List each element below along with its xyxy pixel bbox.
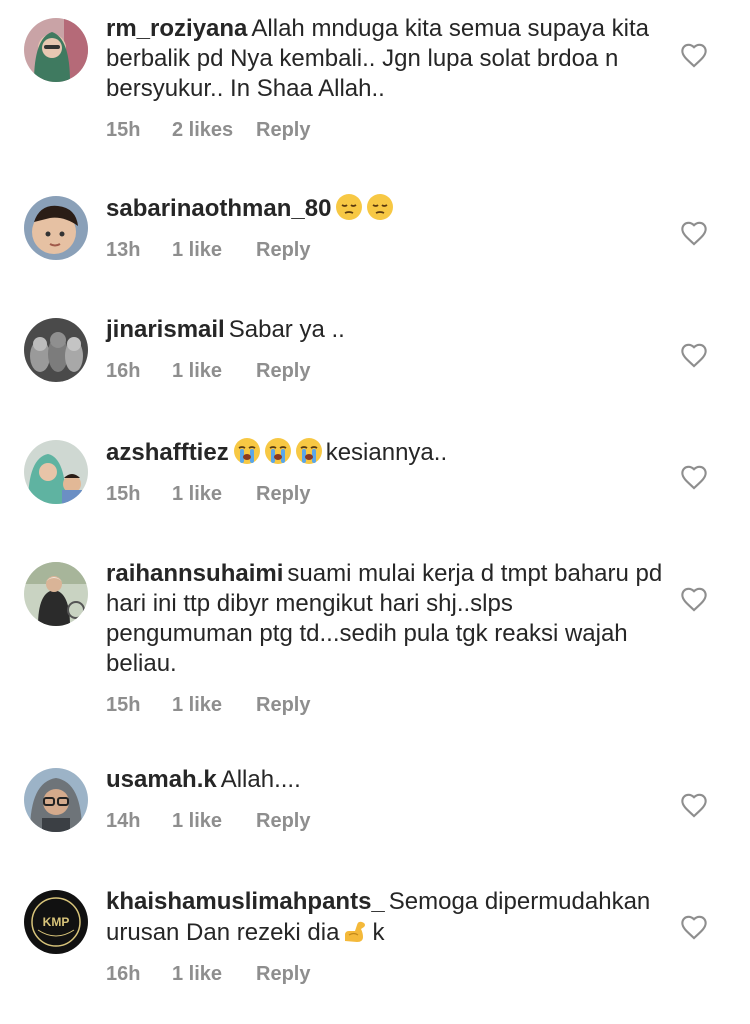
comment-username[interactable]: khaishamuslimahpants_	[106, 888, 385, 915]
reply-button[interactable]: Reply	[256, 808, 310, 834]
comment-time: 15h	[106, 694, 141, 716]
avatar[interactable]	[24, 318, 88, 382]
reply-button[interactable]: Reply	[256, 692, 310, 718]
comment-meta: 16h 1 like Reply	[106, 961, 666, 987]
reply-button[interactable]: Reply	[256, 117, 310, 143]
comment-username[interactable]: usamah.k	[106, 766, 217, 793]
flexed-biceps-emoji	[341, 917, 369, 945]
crying-face-emoji	[233, 437, 261, 465]
comment-time: 16h	[106, 360, 141, 382]
comment-likes[interactable]: 1 like	[172, 692, 256, 718]
comment-time: 14h	[106, 810, 141, 832]
comment-likes[interactable]: 1 like	[172, 358, 256, 384]
comment-text: Sabar ya ..	[228, 316, 345, 343]
heart-icon[interactable]	[680, 220, 708, 246]
comment-time: 13h	[106, 239, 141, 261]
reply-button[interactable]: Reply	[256, 961, 310, 987]
comment-username[interactable]: rm_roziyana	[106, 15, 247, 42]
avatar[interactable]	[24, 440, 88, 504]
comment-likes[interactable]: 1 like	[172, 808, 256, 834]
comment-list: rm_roziyana Allah mnduga kita semua supay…	[0, 0, 750, 1024]
comment-likes[interactable]: 1 like	[172, 961, 256, 987]
comment-username[interactable]: jinarismail	[106, 316, 225, 343]
comment-likes[interactable]: 1 like	[172, 481, 256, 507]
crying-face-emoji	[264, 437, 292, 465]
comment-text: kesiannya..	[325, 439, 448, 466]
reply-button[interactable]: Reply	[256, 237, 310, 263]
heart-icon[interactable]	[680, 464, 708, 490]
comment-username[interactable]: azshafftiez	[106, 439, 229, 466]
heart-icon[interactable]	[680, 342, 708, 368]
comment-meta: 15h 2 likes Reply	[106, 117, 666, 143]
heart-icon[interactable]	[680, 586, 708, 612]
comment-meta: 16h 1 like Reply	[106, 358, 666, 384]
heart-icon[interactable]	[680, 914, 708, 940]
heart-icon[interactable]	[680, 792, 708, 818]
avatar[interactable]	[24, 562, 88, 626]
comment-time: 16h	[106, 963, 141, 985]
avatar[interactable]: KMP	[24, 890, 88, 954]
avatar[interactable]	[24, 196, 88, 260]
comment-username[interactable]: sabarinaothman_80	[106, 195, 331, 222]
comment-meta: 14h 1 like Reply	[106, 808, 666, 834]
pensive-face-emoji	[335, 193, 363, 221]
comment-likes[interactable]: 2 likes	[172, 117, 256, 143]
comment-time: 15h	[106, 483, 141, 505]
heart-icon[interactable]	[680, 42, 708, 68]
avatar[interactable]	[24, 768, 88, 832]
crying-face-emoji	[295, 437, 323, 465]
comment-meta: 13h 1 like Reply	[106, 237, 666, 263]
comment-text: Allah....	[220, 766, 301, 793]
reply-button[interactable]: Reply	[256, 358, 310, 384]
reply-button[interactable]: Reply	[256, 481, 310, 507]
comment-time: 15h	[106, 119, 141, 141]
logo-text: KMP	[43, 915, 70, 929]
comment-likes[interactable]: 1 like	[172, 237, 256, 263]
comment-meta: 15h 1 like Reply	[106, 481, 666, 507]
comment-username[interactable]: raihannsuhaimi	[106, 560, 283, 587]
pensive-face-emoji	[366, 193, 394, 221]
avatar[interactable]	[24, 18, 88, 82]
comment-suffix-text: k	[372, 919, 385, 946]
comment-meta: 15h 1 like Reply	[106, 692, 666, 718]
